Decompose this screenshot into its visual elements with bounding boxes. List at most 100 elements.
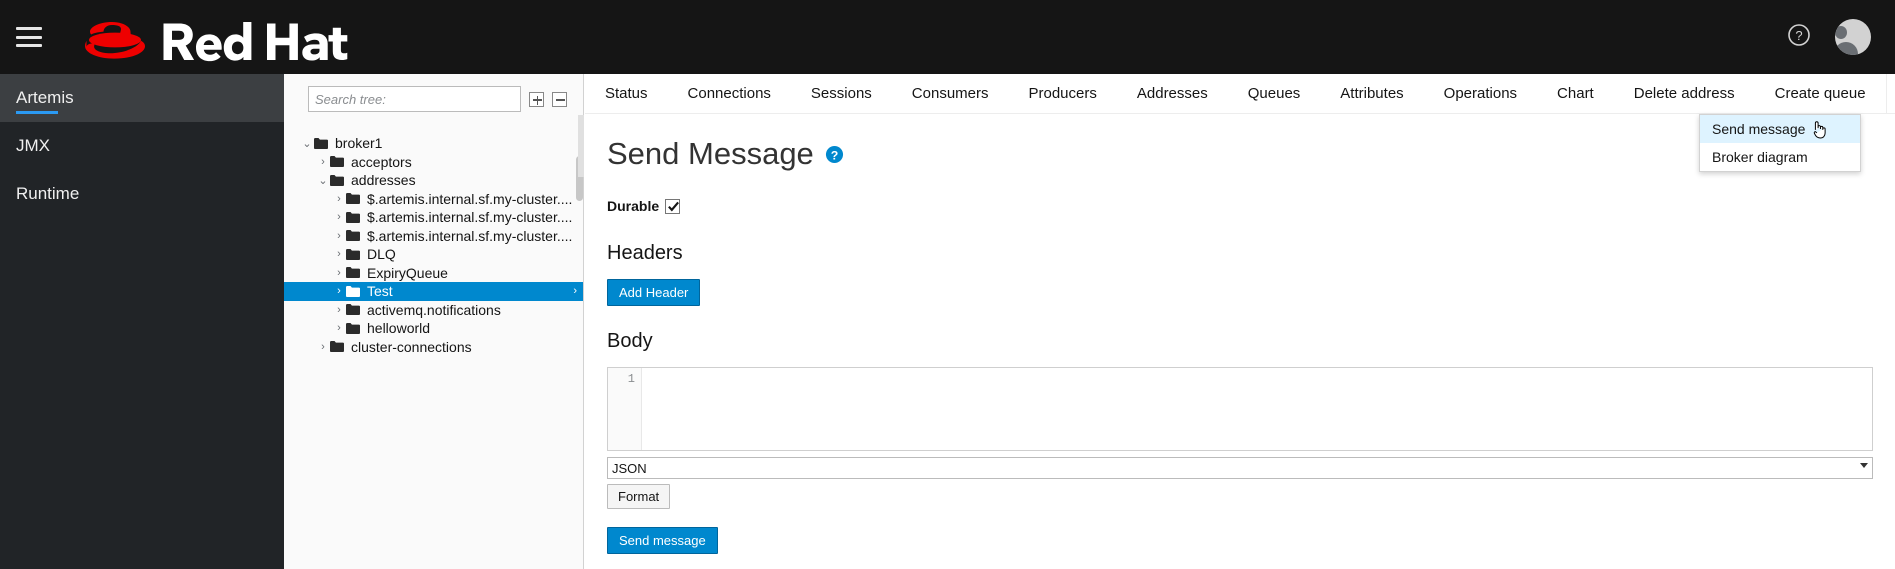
- artemis-console-page: ? Artemis JMX Runtime ⌄ broker1 › acceptors…: [0, 0, 1895, 569]
- chevron-down-icon[interactable]: ⌄: [316, 174, 330, 187]
- tab-label: Queues: [1247, 85, 1301, 102]
- tree-node-label: acceptors: [351, 153, 412, 170]
- tab-delete-address[interactable]: Delete address: [1614, 74, 1755, 113]
- tab-label: Operations: [1443, 85, 1518, 102]
- tree-node[interactable]: › $.artemis.internal.sf.my-cluster....: [284, 208, 583, 227]
- tab-chart[interactable]: Chart: [1537, 74, 1614, 113]
- format-button-row: Format: [607, 484, 1873, 509]
- format-button[interactable]: Format: [607, 484, 671, 509]
- tree-node[interactable]: › $.artemis.internal.sf.my-cluster....: [284, 190, 583, 209]
- tree-node[interactable]: › acceptors: [284, 153, 583, 172]
- panel-resize-handle[interactable]: [578, 115, 584, 177]
- durable-checkbox[interactable]: [665, 198, 681, 214]
- tree-node[interactable]: › ExpiryQueue: [284, 264, 583, 283]
- collapse-all-icon[interactable]: [552, 91, 567, 107]
- body-editor[interactable]: 1: [607, 367, 1873, 451]
- node-actions-icon[interactable]: ›: [573, 285, 577, 297]
- chevron-right-icon[interactable]: ›: [332, 267, 346, 279]
- format-select[interactable]: JSONXMLPlain text: [607, 457, 1873, 479]
- tab-label: Chart: [1557, 85, 1594, 102]
- tab-label: Create queue: [1774, 85, 1866, 102]
- tree-node-label: Test: [367, 283, 393, 300]
- avatar[interactable]: [1835, 19, 1871, 55]
- tab-producers[interactable]: Producers: [1009, 74, 1117, 113]
- tab-queues[interactable]: Queues: [1228, 74, 1321, 113]
- folder-icon: [330, 174, 346, 186]
- menu-item-send-message[interactable]: Send message: [1700, 115, 1860, 143]
- masthead: ?: [0, 0, 1895, 74]
- tree-node-label: ExpiryQueue: [367, 264, 448, 281]
- chevron-right-icon[interactable]: ›: [332, 304, 346, 316]
- tab-status[interactable]: Status: [585, 74, 668, 113]
- tab-label: Connections: [687, 85, 771, 102]
- global-nav-toggle-icon[interactable]: [16, 27, 42, 47]
- tree-node-label: activemq.notifications: [367, 301, 501, 318]
- chevron-right-icon[interactable]: ›: [332, 248, 346, 260]
- tab-label: Status: [605, 85, 648, 102]
- tree-toolbar: [284, 74, 583, 120]
- menu-item-broker-diagram[interactable]: Broker diagram: [1700, 143, 1860, 171]
- tree-node[interactable]: › Test ›: [284, 282, 583, 301]
- add-header-button[interactable]: Add Header: [607, 279, 701, 306]
- send-message-form: Send Message ? Durable Headers Add Heade…: [585, 114, 1895, 554]
- tab-bar: Status Connections Sessions Consumers Produc…: [585, 74, 1895, 114]
- chevron-right-icon[interactable]: ›: [332, 285, 346, 297]
- help-icon[interactable]: ?: [1787, 23, 1811, 52]
- search-tree-input[interactable]: [308, 86, 521, 112]
- sidebar-item-artemis[interactable]: Artemis: [0, 74, 284, 122]
- tree-node[interactable]: › helloworld: [284, 319, 583, 338]
- chevron-right-icon[interactable]: ›: [332, 322, 346, 334]
- sidebar-item-jmx[interactable]: JMX: [0, 122, 284, 170]
- tab-more[interactable]: More⌄: [1885, 74, 1895, 113]
- folder-icon: [346, 248, 362, 260]
- send-button-row: Send message: [607, 527, 1873, 554]
- tree-node-label: $.artemis.internal.sf.my-cluster....: [367, 190, 573, 207]
- tree-node-label: cluster-connections: [351, 338, 472, 355]
- tree-node-label: $.artemis.internal.sf.my-cluster....: [367, 209, 573, 226]
- tab-connections[interactable]: Connections: [668, 74, 791, 113]
- menu-item-label: Broker diagram: [1712, 149, 1808, 165]
- tab-label: Attributes: [1340, 85, 1404, 102]
- chevron-down-icon[interactable]: ⌄: [300, 137, 314, 150]
- chevron-right-icon[interactable]: ›: [332, 230, 346, 242]
- tab-operations[interactable]: Operations: [1424, 74, 1537, 113]
- folder-icon: [346, 230, 362, 242]
- tree-node[interactable]: › DLQ: [284, 245, 583, 264]
- chevron-right-icon[interactable]: ›: [316, 156, 330, 168]
- folder-icon: [314, 137, 330, 149]
- send-message-button[interactable]: Send message: [607, 527, 718, 554]
- folder-icon: [330, 341, 346, 353]
- main-content: Status Connections Sessions Consumers Produc…: [585, 74, 1895, 569]
- tree-node[interactable]: ⌄ addresses: [284, 171, 583, 190]
- headers-section-title: Headers: [607, 242, 683, 264]
- folder-icon: [346, 267, 362, 279]
- sidebar-item-label: Runtime: [16, 184, 80, 203]
- hand-cursor-icon: [1813, 121, 1826, 139]
- folder-icon: [346, 211, 362, 223]
- help-icon-svg: ?: [1788, 23, 1810, 46]
- redhat-logo[interactable]: [68, 0, 388, 74]
- sidebar: Artemis JMX Runtime: [0, 74, 284, 569]
- tab-label: Delete address: [1633, 85, 1735, 102]
- tab-sessions[interactable]: Sessions: [791, 74, 892, 113]
- tree-node[interactable]: › activemq.notifications: [284, 301, 583, 320]
- tab-attributes[interactable]: Attributes: [1320, 74, 1423, 113]
- body-textarea[interactable]: [642, 368, 1872, 450]
- tab-create-queue[interactable]: Create queue: [1755, 74, 1886, 113]
- editor-gutter: 1: [608, 368, 642, 450]
- expand-all-icon[interactable]: [529, 91, 544, 107]
- tree-node[interactable]: › cluster-connections: [284, 338, 583, 357]
- tree-node-label: broker1: [335, 135, 383, 152]
- more-dropdown-menu: Send message Broker diagram: [1699, 114, 1861, 172]
- tab-label: Addresses: [1136, 85, 1208, 102]
- chevron-right-icon[interactable]: ›: [316, 341, 330, 353]
- body-section-title: Body: [607, 330, 653, 352]
- tab-addresses[interactable]: Addresses: [1117, 74, 1228, 113]
- chevron-right-icon[interactable]: ›: [332, 211, 346, 223]
- tree-node[interactable]: › $.artemis.internal.sf.my-cluster....: [284, 227, 583, 246]
- sidebar-item-runtime[interactable]: Runtime: [0, 170, 284, 218]
- tree-node[interactable]: ⌄ broker1: [284, 134, 583, 153]
- tab-consumers[interactable]: Consumers: [892, 74, 1009, 113]
- chevron-right-icon[interactable]: ›: [332, 193, 346, 205]
- help-icon[interactable]: ?: [825, 145, 844, 164]
